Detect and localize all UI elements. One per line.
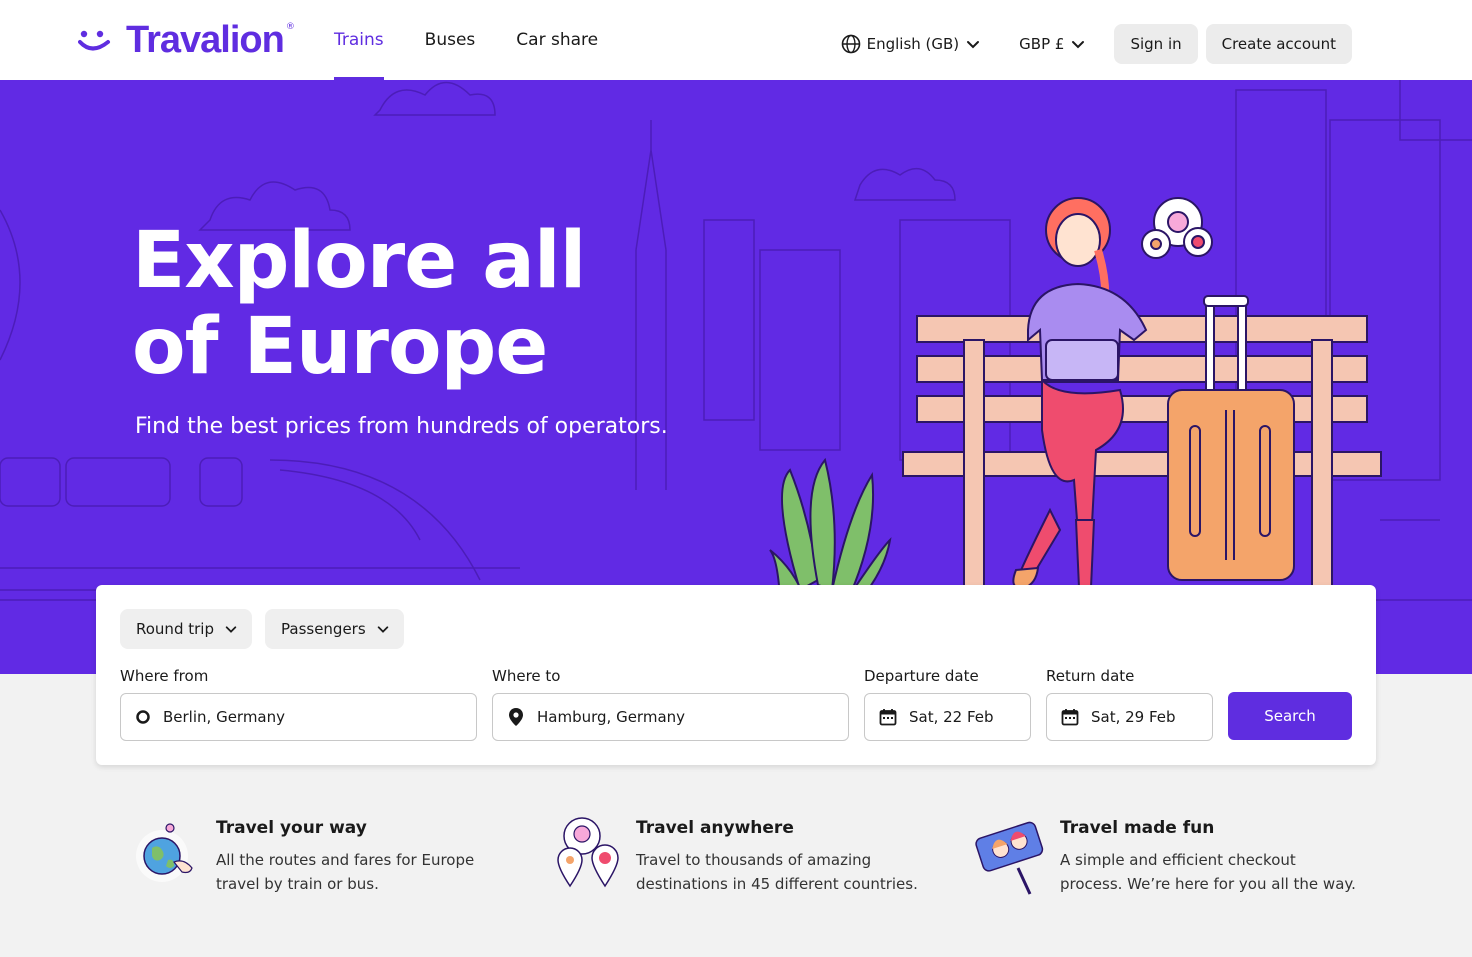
currency-label: GBP £ <box>1019 35 1065 53</box>
to-label: Where to <box>492 667 561 685</box>
registered-mark: ® <box>285 22 295 32</box>
language-selector[interactable]: English (GB) <box>841 34 982 54</box>
from-label: Where from <box>120 667 209 685</box>
feature-description: All the routes and fares for Europe trav… <box>216 851 475 893</box>
location-pin-icon <box>509 708 523 726</box>
nav-item-buses[interactable]: Buses <box>425 0 476 80</box>
calendar-icon <box>879 709 897 726</box>
feature-description: Travel to thousands of amazing destinati… <box>636 851 918 893</box>
nav-item-trains[interactable]: Trains <box>334 0 384 80</box>
feature-description: A simple and efficient checkout process.… <box>1060 851 1356 893</box>
chevron-down-icon <box>1072 41 1085 49</box>
globe-icon <box>841 34 860 54</box>
chevron-down-icon <box>967 41 980 49</box>
selfie-stick-icon <box>975 821 1044 895</box>
feature-title: Travel anywhere <box>636 818 794 838</box>
header-actions: English (GB) GBP £ Sign in Create accoun… <box>841 24 1352 64</box>
nav-item-car-share[interactable]: Car share <box>516 0 598 80</box>
to-input[interactable]: Hamburg, Germany <box>492 693 849 741</box>
search-form: Round trip Passengers Where from Berlin,… <box>96 585 1376 765</box>
feature-title: Travel your way <box>216 818 367 838</box>
return-label: Return date <box>1046 667 1135 685</box>
passengers-label: Passengers <box>281 620 366 638</box>
hero-title: Explore all of Europe <box>132 218 652 390</box>
departure-value: Sat, 22 Feb <box>909 708 994 726</box>
site-header: Travalion ® Trains Buses Car share Engli… <box>0 0 1472 80</box>
return-date-input[interactable]: Sat, 29 Feb <box>1046 693 1213 741</box>
feature-travel-anywhere: Travel anywhere Travel to thousands of a… <box>544 812 924 912</box>
trip-type-label: Round trip <box>136 620 214 638</box>
currency-selector[interactable]: GBP £ <box>1019 35 1086 53</box>
return-value: Sat, 29 Feb <box>1091 708 1176 726</box>
hero-subtitle: Find the best prices from hundreds of op… <box>135 414 668 439</box>
feature-travel-made-fun: Travel made fun A simple and efficient c… <box>968 812 1356 912</box>
brand-name: Travalion <box>126 18 285 61</box>
brand-logo[interactable]: Travalion ® <box>78 18 295 62</box>
smile-logo-icon <box>78 30 110 51</box>
create-account-button[interactable]: Create account <box>1205 24 1352 64</box>
hero-title-line-1: Explore all <box>132 216 586 306</box>
passengers-dropdown[interactable]: Passengers <box>265 609 404 649</box>
feature-travel-your-way: Travel your way All the routes and fares… <box>124 812 504 912</box>
departure-date-input[interactable]: Sat, 22 Feb <box>864 693 1031 741</box>
origin-circle-icon <box>136 710 150 724</box>
main-nav: Trains Buses Car share <box>334 0 639 80</box>
trip-type-dropdown[interactable]: Round trip <box>120 609 252 649</box>
sign-in-button[interactable]: Sign in <box>1114 24 1198 64</box>
to-value: Hamburg, Germany <box>537 708 686 726</box>
search-button[interactable]: Search <box>1228 692 1352 740</box>
map-pins-icon <box>557 817 619 888</box>
calendar-icon <box>1061 709 1079 726</box>
chevron-down-icon <box>225 626 237 633</box>
departure-label: Departure date <box>864 667 979 685</box>
chevron-down-icon <box>377 626 388 633</box>
language-label: English (GB) <box>866 35 960 53</box>
feature-title: Travel made fun <box>1060 818 1215 838</box>
globe-hand-icon <box>136 823 193 882</box>
from-input[interactable]: Berlin, Germany <box>120 693 477 741</box>
hero-title-line-2: of Europe <box>132 302 548 392</box>
from-value: Berlin, Germany <box>163 708 286 726</box>
